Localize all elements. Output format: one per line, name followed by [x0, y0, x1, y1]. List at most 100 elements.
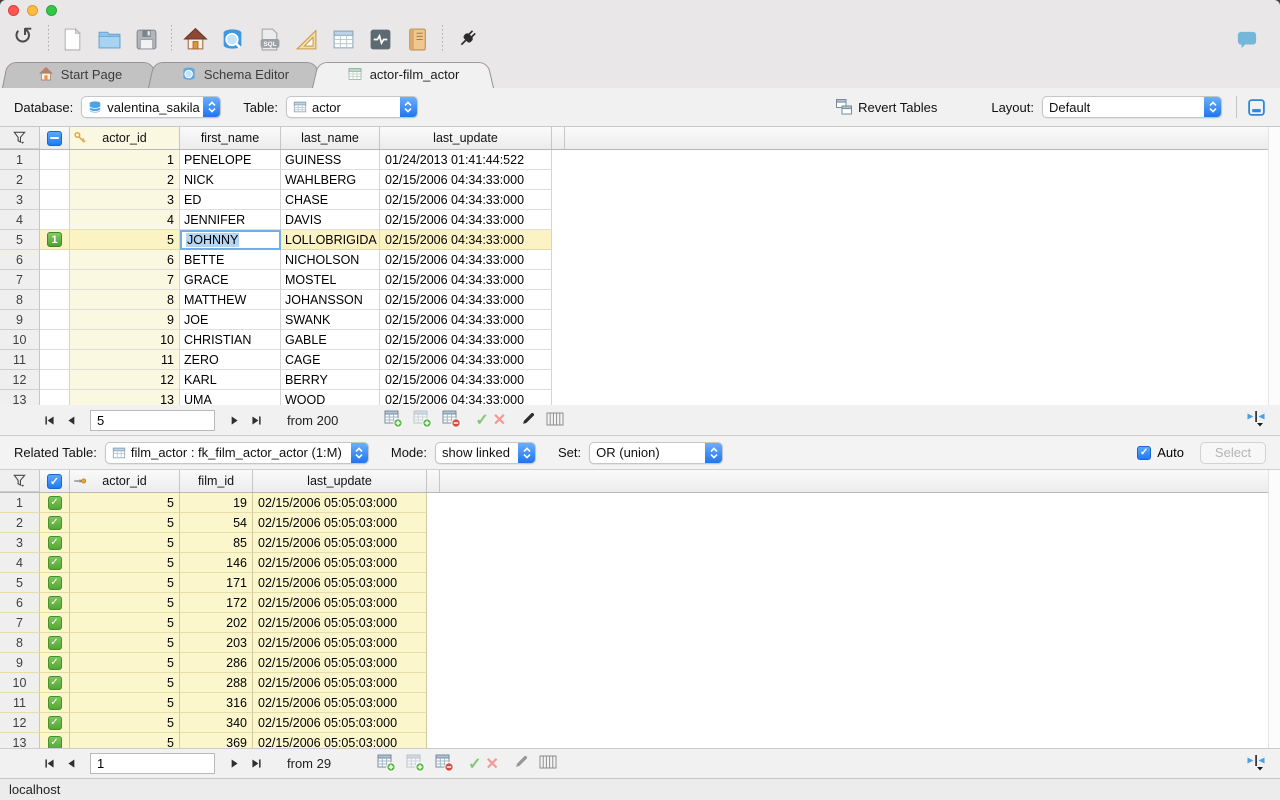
- cell-first-name[interactable]: UMA: [180, 390, 281, 405]
- previous-record-icon[interactable]: [60, 410, 82, 430]
- cell-film-id[interactable]: 171: [180, 573, 253, 593]
- cell-last-update[interactable]: 02/15/2006 04:34:33:000: [380, 210, 552, 230]
- table-select[interactable]: actor: [286, 96, 418, 118]
- duplicate-record-icon[interactable]: [413, 409, 432, 431]
- row-number[interactable]: 12: [0, 713, 40, 733]
- previous-record-icon[interactable]: [60, 754, 82, 774]
- column-header-film-id[interactable]: film_id: [180, 470, 253, 492]
- layout-select[interactable]: Default: [1042, 96, 1222, 118]
- vertical-scrollbar[interactable]: [1268, 127, 1280, 405]
- cell-actor-id[interactable]: 5: [70, 693, 180, 713]
- cell-last-update[interactable]: 02/15/2006 05:05:03:000: [253, 493, 427, 513]
- cell-last-name[interactable]: GUINESS: [281, 150, 380, 170]
- cell-film-id[interactable]: 146: [180, 553, 253, 573]
- undo-icon[interactable]: ↺: [8, 24, 38, 54]
- row-number[interactable]: 12: [0, 370, 40, 390]
- cell-actor-id[interactable]: 6: [70, 250, 180, 270]
- film-actor-table-row[interactable]: 3✓58502/15/2006 05:05:03:000: [0, 533, 1280, 553]
- cell-film-id[interactable]: 369: [180, 733, 253, 748]
- row-select-cell[interactable]: [40, 350, 70, 370]
- row-number[interactable]: 6: [0, 593, 40, 613]
- column-header-first-name[interactable]: first_name: [180, 127, 281, 149]
- cell-film-id[interactable]: 340: [180, 713, 253, 733]
- row-number[interactable]: 8: [0, 633, 40, 653]
- film-actor-table-row[interactable]: 2✓55402/15/2006 05:05:03:000: [0, 513, 1280, 533]
- row-number[interactable]: 13: [0, 733, 40, 748]
- row-select-cell[interactable]: [40, 190, 70, 210]
- row-select-cell[interactable]: ✓: [40, 673, 70, 693]
- first-record-icon[interactable]: [38, 410, 60, 430]
- cell-first-name[interactable]: JENNIFER: [180, 210, 281, 230]
- row-select-cell[interactable]: [40, 150, 70, 170]
- delete-record-icon[interactable]: [435, 753, 454, 775]
- row-select-cell[interactable]: ✓: [40, 633, 70, 653]
- row-select-cell[interactable]: [40, 390, 70, 405]
- film-actor-table-row[interactable]: 11✓531602/15/2006 05:05:03:000: [0, 693, 1280, 713]
- tab-actor-film-actor[interactable]: actor-film_actor: [320, 60, 486, 88]
- cell-last-update[interactable]: 02/15/2006 05:05:03:000: [253, 593, 427, 613]
- add-record-icon[interactable]: [384, 409, 403, 431]
- cell-last-update[interactable]: 02/15/2006 04:34:33:000: [380, 170, 552, 190]
- cell-actor-id[interactable]: 8: [70, 290, 180, 310]
- edit-record-icon[interactable]: [520, 411, 536, 430]
- row-number[interactable]: 9: [0, 653, 40, 673]
- cell-film-id[interactable]: 202: [180, 613, 253, 633]
- row-number[interactable]: 3: [0, 190, 40, 210]
- row-select-cell[interactable]: ✓: [40, 513, 70, 533]
- close-window-icon[interactable]: [8, 5, 19, 16]
- cell-actor-id[interactable]: 9: [70, 310, 180, 330]
- cell-film-id[interactable]: 19: [180, 493, 253, 513]
- cell-first-name[interactable]: ZERO: [180, 350, 281, 370]
- cell-first-name[interactable]: PENELOPE: [180, 150, 281, 170]
- row-select-cell[interactable]: ✓: [40, 573, 70, 593]
- column-header-last-update[interactable]: last_update: [253, 470, 427, 492]
- select-button[interactable]: Select: [1200, 442, 1266, 464]
- row-number[interactable]: 13: [0, 390, 40, 405]
- actor-table-row[interactable]: 11PENELOPEGUINESS01/24/2013 01:41:44:522: [0, 150, 1280, 170]
- cell-last-update[interactable]: 02/15/2006 04:34:33:000: [380, 290, 552, 310]
- row-select-cell[interactable]: ✓: [40, 653, 70, 673]
- cell-film-id[interactable]: 203: [180, 633, 253, 653]
- discard-changes-icon[interactable]: ✕: [485, 754, 498, 774]
- auto-checkbox[interactable]: ✓: [1137, 446, 1151, 460]
- cell-last-name[interactable]: SWANK: [281, 310, 380, 330]
- cell-film-id[interactable]: 286: [180, 653, 253, 673]
- add-record-icon[interactable]: [377, 753, 396, 775]
- film-actor-table-row[interactable]: 8✓520302/15/2006 05:05:03:000: [0, 633, 1280, 653]
- cell-actor-id[interactable]: 1: [70, 150, 180, 170]
- cell-last-update[interactable]: 02/15/2006 05:05:03:000: [253, 533, 427, 553]
- row-select-cell[interactable]: [40, 370, 70, 390]
- cell-last-name[interactable]: MOSTEL: [281, 270, 380, 290]
- cell-actor-id[interactable]: 7: [70, 270, 180, 290]
- cell-last-update[interactable]: 02/15/2006 05:05:03:000: [253, 733, 427, 748]
- cell-last-update[interactable]: 02/15/2006 04:34:33:000: [380, 350, 552, 370]
- delete-record-icon[interactable]: [442, 409, 461, 431]
- chat-icon[interactable]: [1236, 30, 1258, 55]
- cell-last-update[interactable]: 02/15/2006 05:05:03:000: [253, 713, 427, 733]
- cell-last-name[interactable]: WAHLBERG: [281, 170, 380, 190]
- record-position-input[interactable]: [90, 410, 215, 431]
- select-all-checkbox[interactable]: [40, 127, 70, 149]
- cell-last-update[interactable]: 02/15/2006 05:05:03:000: [253, 513, 427, 533]
- actor-table-row[interactable]: 1313UMAWOOD02/15/2006 04:34:33:000: [0, 390, 1280, 405]
- cell-last-update[interactable]: 02/15/2006 04:34:33:000: [380, 190, 552, 210]
- cell-last-name[interactable]: DAVIS: [281, 210, 380, 230]
- row-number[interactable]: 5: [0, 230, 40, 250]
- cell-film-id[interactable]: 85: [180, 533, 253, 553]
- minimize-window-icon[interactable]: [27, 5, 38, 16]
- cell-actor-id[interactable]: 5: [70, 673, 180, 693]
- cell-last-update[interactable]: 02/15/2006 05:05:03:000: [253, 693, 427, 713]
- cell-actor-id[interactable]: 5: [70, 230, 180, 250]
- cell-last-update[interactable]: 01/24/2013 01:41:44:522: [380, 150, 552, 170]
- cell-last-update[interactable]: 02/15/2006 05:05:03:000: [253, 553, 427, 573]
- connection-icon[interactable]: [451, 24, 481, 54]
- splitter-icon[interactable]: [1246, 410, 1266, 430]
- film-actor-table-row[interactable]: 13✓536902/15/2006 05:05:03:000: [0, 733, 1280, 748]
- row-select-cell[interactable]: [40, 330, 70, 350]
- row-number[interactable]: 10: [0, 330, 40, 350]
- row-select-cell[interactable]: [40, 310, 70, 330]
- row-select-cell[interactable]: ✓: [40, 533, 70, 553]
- set-select[interactable]: OR (union): [589, 442, 723, 464]
- column-header-last-name[interactable]: last_name: [281, 127, 380, 149]
- row-select-cell[interactable]: [40, 170, 70, 190]
